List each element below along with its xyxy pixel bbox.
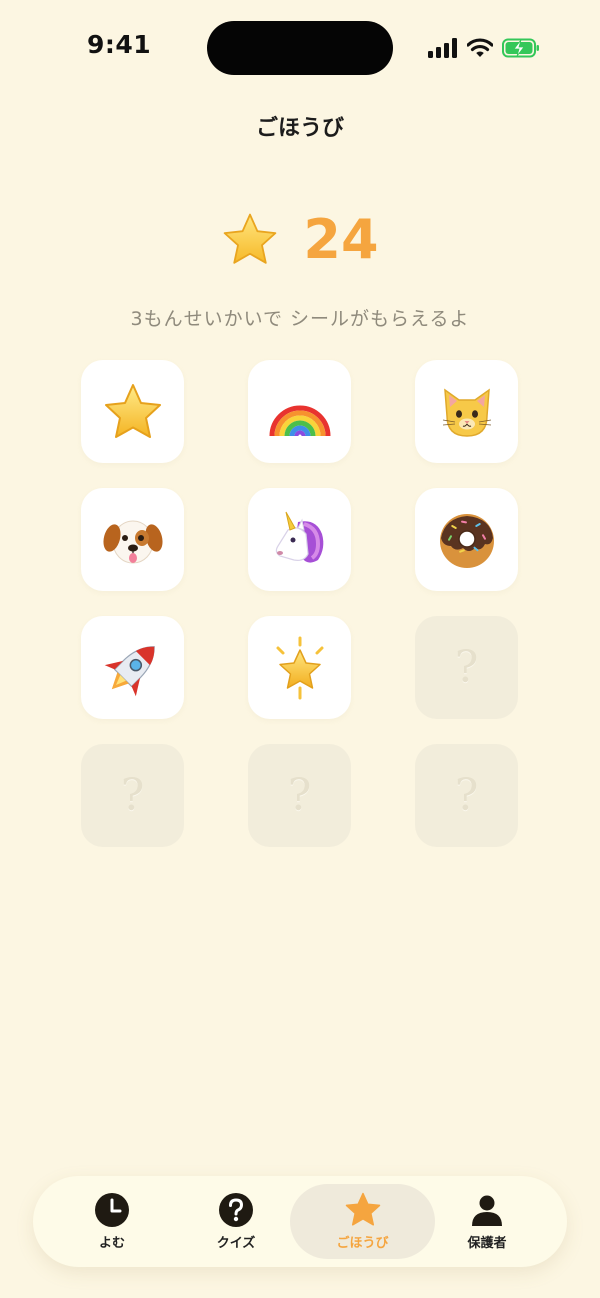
clock-icon xyxy=(95,1193,129,1227)
tab-label: クイズ xyxy=(216,1236,256,1251)
sticker-tile-unicorn[interactable] xyxy=(248,488,351,591)
score-display: 24 xyxy=(0,205,600,275)
tab-bar: よむ クイズ ごほうび 保護者 xyxy=(33,1176,567,1267)
sticker-tile-glowing-star[interactable] xyxy=(248,616,351,719)
page-title: ごほうび xyxy=(255,116,344,141)
locked-question-mark: ? xyxy=(454,642,479,693)
tab-rewards[interactable]: ごほうび xyxy=(290,1184,435,1259)
tab-read[interactable]: よむ xyxy=(47,1184,177,1259)
person-icon xyxy=(472,1195,502,1226)
sticker-tile-rainbow[interactable] xyxy=(248,360,351,463)
unicorn-sticker-icon xyxy=(275,511,323,563)
tab-guardian[interactable]: 保護者 xyxy=(422,1184,552,1259)
glowing-star-sticker-icon xyxy=(276,636,323,699)
sticker-tile-cat[interactable] xyxy=(415,360,518,463)
dynamic-island xyxy=(207,21,393,75)
question-icon xyxy=(219,1193,253,1227)
locked-question-mark: ? xyxy=(454,770,479,821)
donut-sticker-icon xyxy=(439,513,494,568)
cat-sticker-icon xyxy=(442,387,491,437)
status-icons xyxy=(428,36,540,60)
sticker-tile-locked: ? xyxy=(81,744,184,847)
sticker-tile-rocket[interactable] xyxy=(81,616,184,719)
sticker-tile-locked: ? xyxy=(415,616,518,719)
sticker-tile-locked: ? xyxy=(415,744,518,847)
sticker-tile-star[interactable] xyxy=(81,360,184,463)
sticker-tile-dog[interactable] xyxy=(81,488,184,591)
sticker-tile-locked: ? xyxy=(248,744,351,847)
locked-question-mark: ? xyxy=(120,770,145,821)
status-time: 9:41 xyxy=(87,30,152,59)
hint-text: 3もんせいかいで シールがもらえるよ xyxy=(130,308,470,330)
rocket-sticker-icon xyxy=(104,645,155,696)
tab-quiz[interactable]: クイズ xyxy=(171,1184,301,1259)
star-icon xyxy=(345,1192,380,1226)
cellular-signal-icon xyxy=(428,38,457,58)
battery-charging-icon xyxy=(502,38,539,58)
star-icon xyxy=(224,213,277,264)
tab-label: 保護者 xyxy=(467,1236,507,1251)
wifi-icon xyxy=(467,38,493,57)
tab-label: よむ xyxy=(98,1236,125,1251)
tab-label: ごほうび xyxy=(336,1236,389,1251)
score-value: 24 xyxy=(303,208,379,271)
sticker-grid: ? ? ? ? xyxy=(81,360,518,847)
rainbow-sticker-icon xyxy=(269,405,330,436)
star-sticker-icon xyxy=(104,383,161,438)
sticker-tile-donut[interactable] xyxy=(415,488,518,591)
dog-sticker-icon xyxy=(102,520,163,563)
status-bar: 9:41 xyxy=(0,0,600,96)
locked-question-mark: ? xyxy=(287,770,312,821)
